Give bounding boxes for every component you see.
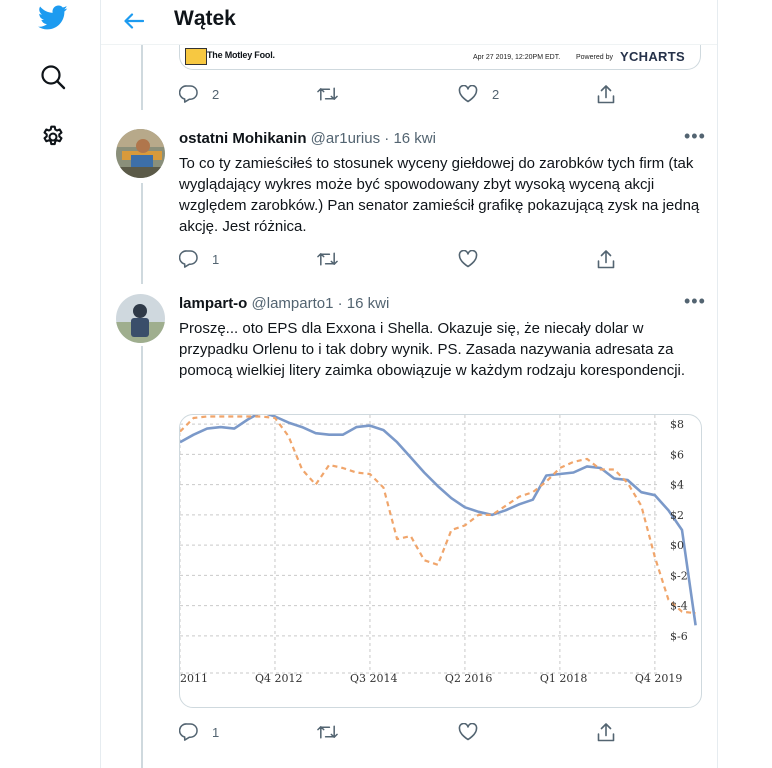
share-button[interactable] bbox=[597, 85, 615, 104]
reply-button[interactable]: 2 bbox=[179, 85, 219, 103]
y-tick-label: $-6 bbox=[670, 630, 688, 643]
series-line-solid bbox=[180, 415, 697, 626]
share-button[interactable] bbox=[597, 250, 615, 269]
embed-powered: Powered by bbox=[576, 54, 613, 61]
retweet-icon bbox=[317, 252, 338, 266]
like-button[interactable] bbox=[458, 723, 478, 741]
eps-line-chart: $8 $6 $4 $2 $0 $-2 $-4 $-6 2011 Q4 2012 Q3 2014 Q2 … bbox=[180, 415, 697, 685]
y-tick-label: $-4 bbox=[670, 600, 688, 613]
y-tick-label: $8 bbox=[670, 418, 684, 431]
twitter-bird-logo-icon[interactable] bbox=[38, 3, 68, 33]
author-handle[interactable]: @lamparto1 bbox=[252, 295, 334, 312]
avatar[interactable] bbox=[116, 294, 165, 343]
heart-icon bbox=[458, 250, 478, 268]
y-tick-label: $0 bbox=[670, 539, 684, 552]
like-button[interactable] bbox=[458, 250, 478, 268]
motley-fool-logo bbox=[185, 48, 207, 65]
like-button[interactable]: 2 bbox=[458, 85, 499, 103]
share-icon bbox=[597, 85, 615, 104]
ycharts-logo: YCHARTS bbox=[620, 49, 685, 64]
reply-count: 1 bbox=[212, 251, 220, 267]
heart-icon bbox=[458, 723, 478, 741]
tweet-time[interactable]: 16 kwi bbox=[393, 130, 436, 147]
tweet-image-chart[interactable]: $8 $6 $4 $2 $0 $-2 $-4 $-6 2011 Q4 2012 Q3 2014 Q2 … bbox=[179, 414, 702, 708]
tweet-text: To co ty zamieściłeś to stosunek wyceny … bbox=[179, 155, 700, 235]
back-arrow-icon[interactable] bbox=[119, 6, 149, 36]
left-nav bbox=[0, 0, 100, 768]
tweet-time[interactable]: 16 kwi bbox=[347, 295, 390, 312]
thread-line bbox=[141, 183, 143, 284]
settings-gear-icon[interactable] bbox=[38, 122, 68, 152]
embed-date: Apr 27 2019, 12:20PM EDT. bbox=[473, 54, 561, 61]
tweet-actions: 2 2 bbox=[179, 85, 619, 105]
more-options-icon[interactable]: ••• bbox=[684, 291, 706, 312]
y-tick-label: $4 bbox=[670, 479, 684, 492]
x-tick-label: Q4 2019 bbox=[635, 672, 683, 685]
meta-separator: · bbox=[337, 295, 343, 312]
reply-icon bbox=[179, 85, 198, 103]
reply-button[interactable]: 1 bbox=[179, 723, 219, 741]
tweet-author: ostatni Mohikanin @ar1urius · 16 kwi bbox=[179, 130, 436, 147]
share-button[interactable] bbox=[597, 723, 615, 742]
tweet-text: Proszę... oto EPS dla Exxona i Shella. O… bbox=[179, 320, 686, 379]
retweet-icon bbox=[317, 725, 338, 739]
reply-count: 2 bbox=[212, 86, 220, 102]
author-name[interactable]: ostatni Mohikanin bbox=[179, 130, 307, 147]
avatar[interactable] bbox=[116, 129, 165, 178]
column-border-left bbox=[100, 0, 101, 768]
x-tick-label: Q1 2018 bbox=[540, 672, 588, 685]
x-tick-label: Q2 2016 bbox=[445, 672, 493, 685]
author-handle[interactable]: @ar1urius bbox=[311, 130, 380, 147]
reply-count: 1 bbox=[212, 724, 220, 740]
share-icon bbox=[597, 723, 615, 742]
x-tick-label: Q3 2014 bbox=[350, 672, 398, 685]
share-icon bbox=[597, 250, 615, 269]
search-icon[interactable] bbox=[38, 62, 68, 92]
x-tick-label: 2011 bbox=[180, 672, 208, 685]
retweet-button[interactable] bbox=[317, 723, 338, 741]
tweet-actions: 1 bbox=[179, 723, 619, 743]
reply-icon bbox=[179, 250, 198, 268]
reply-button[interactable]: 1 bbox=[179, 250, 219, 268]
y-tick-label: $6 bbox=[670, 448, 684, 461]
retweet-button[interactable] bbox=[317, 250, 338, 268]
reply-icon bbox=[179, 723, 198, 741]
author-name[interactable]: lampart-o bbox=[179, 295, 247, 312]
heart-icon bbox=[458, 85, 478, 103]
y-tick-label: $-2 bbox=[670, 569, 688, 582]
thread-line bbox=[141, 346, 143, 768]
x-tick-label: Q4 2012 bbox=[255, 672, 303, 685]
embed-brand: The Motley Fool. bbox=[207, 50, 275, 60]
tweet-actions: 1 bbox=[179, 250, 619, 270]
thread-line bbox=[141, 44, 143, 110]
more-options-icon[interactable]: ••• bbox=[684, 126, 706, 147]
tweet-author: lampart-o @lamparto1 · 16 kwi bbox=[179, 295, 389, 312]
retweet-button[interactable] bbox=[317, 85, 338, 103]
y-tick-label: $2 bbox=[670, 509, 684, 522]
column-border-right bbox=[717, 0, 718, 768]
like-count: 2 bbox=[492, 86, 500, 102]
page-title: Wątek bbox=[174, 7, 236, 30]
meta-separator: · bbox=[384, 130, 390, 147]
thread-header: Wątek bbox=[101, 0, 717, 45]
retweet-icon bbox=[317, 87, 338, 101]
